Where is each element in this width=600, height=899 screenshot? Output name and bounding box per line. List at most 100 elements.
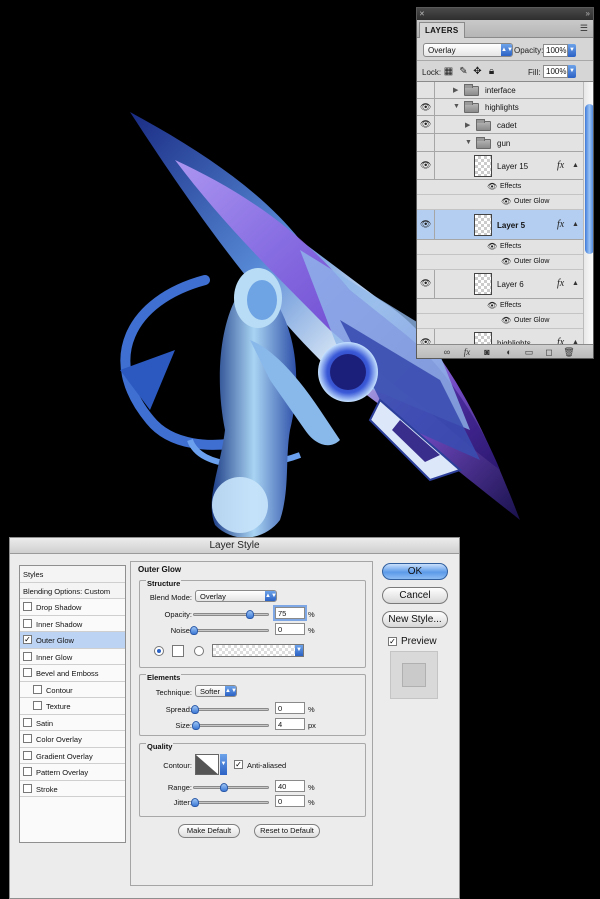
styles-header[interactable]: Styles (20, 566, 125, 583)
noise-slider[interactable] (190, 626, 269, 635)
lock-move-icon[interactable]: ✥ (472, 66, 483, 77)
panel-menu-icon[interactable]: ☰ (580, 23, 588, 34)
effects-row[interactable]: 👁︎ Effects (417, 240, 583, 255)
style-checkbox[interactable] (23, 750, 32, 760)
style-checkbox[interactable] (23, 602, 32, 611)
effects-row[interactable]: 👁︎ Effects (417, 299, 583, 314)
scrollbar-thumb[interactable] (585, 104, 593, 254)
collapse-arrow-icon[interactable]: ▲ (572, 162, 579, 169)
style-checkbox[interactable] (23, 651, 32, 661)
layer-row-layer-15[interactable]: 👁︎ Layer 15 fx ▲ (417, 152, 583, 180)
gradient-picker[interactable]: ▼ (212, 644, 304, 657)
layers-panel-titlebar[interactable]: ✕ » (417, 8, 593, 20)
eye-icon[interactable]: 👁︎ (501, 257, 511, 266)
spread-slider[interactable] (191, 705, 269, 714)
preview-checkbox[interactable]: ✓ (388, 637, 397, 646)
visibility-toggle[interactable]: 👁︎ (417, 99, 435, 115)
glow-color-swatch[interactable] (172, 645, 184, 657)
blending-options-item[interactable]: Blending Options: Custom (20, 582, 125, 599)
size-input[interactable]: 4 (275, 718, 305, 730)
fx-icon[interactable]: fx (557, 219, 564, 230)
effects-row[interactable]: 👁︎ Effects (417, 180, 583, 195)
adjustment-layer-icon[interactable]: ◐ (503, 347, 515, 358)
collapse-arrow-icon[interactable]: ▼ (465, 139, 472, 146)
layer-row-interface[interactable]: ▶ interface (417, 82, 583, 99)
visibility-toggle[interactable]: 👁︎ (417, 116, 435, 133)
style-item-pattern-overlay[interactable]: Pattern Overlay (20, 764, 125, 781)
style-checkbox[interactable] (23, 717, 32, 727)
solid-color-radio[interactable] (154, 646, 164, 656)
opacity-input[interactable]: 100% (543, 44, 568, 57)
tab-layers[interactable]: LAYERS (419, 22, 465, 38)
anti-aliased-checkbox[interactable]: ✓ (234, 760, 243, 769)
visibility-toggle[interactable]: 👁︎ (417, 270, 435, 298)
style-item-inner-shadow[interactable]: Inner Shadow (20, 616, 125, 632)
dialog-titlebar[interactable]: Layer Style (10, 538, 459, 554)
expand-arrow-icon[interactable]: ▶ (465, 121, 470, 129)
layers-scrollbar[interactable] (583, 82, 593, 344)
new-layer-icon[interactable]: ◻ (543, 347, 555, 358)
fill-input[interactable]: 100% (543, 65, 568, 78)
jitter-slider-thumb[interactable] (191, 798, 199, 807)
layer-row-cadet[interactable]: 👁︎ ▶ cadet (417, 116, 583, 134)
style-checkbox[interactable]: ✓ (23, 635, 32, 644)
collapse-icon[interactable]: » (586, 9, 590, 18)
style-item-outer-glow[interactable]: ✓ Outer Glow (20, 632, 125, 649)
style-item-stroke[interactable]: Stroke (20, 781, 125, 797)
range-slider[interactable] (193, 783, 269, 792)
spread-slider-thumb[interactable] (191, 705, 199, 714)
blend-mode-select[interactable]: Overlay ▲▼ (423, 43, 513, 57)
style-checkbox[interactable] (33, 701, 42, 710)
eye-icon[interactable]: 👁︎ (420, 278, 431, 289)
gradient-radio[interactable] (194, 646, 204, 656)
new-style-button[interactable]: New Style... (382, 611, 448, 628)
add-mask-icon[interactable]: ◙ (481, 347, 493, 358)
eye-icon[interactable]: 👁︎ (501, 197, 511, 206)
expand-arrow-icon[interactable]: ▶ (453, 86, 458, 94)
style-item-texture[interactable]: Texture (20, 698, 125, 715)
spread-input[interactable]: 0 (275, 702, 305, 714)
fx-icon[interactable]: fx (557, 278, 564, 289)
visibility-toggle[interactable] (417, 82, 435, 98)
fx-icon[interactable]: fx (557, 337, 564, 344)
style-item-drop-shadow[interactable]: Drop Shadow (20, 599, 125, 616)
eye-icon[interactable]: 👁︎ (420, 160, 431, 171)
trash-icon[interactable]: 🗑︎ (563, 347, 575, 358)
size-slider[interactable] (192, 721, 269, 730)
outer-glow-row[interactable]: 👁︎ Outer Glow (417, 314, 583, 329)
jitter-input[interactable]: 0 (275, 795, 305, 807)
eye-icon[interactable]: 👁︎ (487, 242, 497, 251)
visibility-toggle[interactable]: 👁︎ (417, 210, 435, 239)
style-item-color-overlay[interactable]: Color Overlay (20, 731, 125, 748)
outer-glow-row[interactable]: 👁︎ Outer Glow (417, 255, 583, 270)
technique-select[interactable]: Softer ▲▼ (195, 685, 237, 697)
noise-slider-thumb[interactable] (190, 626, 198, 635)
layer-row-highlights[interactable]: 👁︎ ▼ highlights (417, 99, 583, 116)
new-group-icon[interactable]: ▭ (523, 347, 535, 358)
layer-row-layer-6[interactable]: 👁︎ Layer 6 fx ▲ (417, 270, 583, 299)
opacity-slider[interactable] (193, 610, 269, 619)
opacity-chevron-icon[interactable]: ▼ (568, 44, 576, 57)
eye-icon[interactable]: 👁︎ (420, 102, 431, 113)
make-default-button[interactable]: Make Default (178, 824, 240, 838)
style-checkbox[interactable] (23, 668, 32, 677)
close-icon[interactable]: ✕ (419, 10, 425, 18)
collapse-arrow-icon[interactable]: ▲ (572, 221, 579, 228)
collapse-arrow-icon[interactable]: ▼ (453, 103, 460, 110)
fx-icon[interactable]: fx (557, 160, 564, 171)
opacity-slider-thumb[interactable] (245, 610, 254, 619)
eye-icon[interactable]: 👁︎ (487, 301, 497, 310)
blend-mode-select[interactable]: Overlay ▲▼ (195, 590, 277, 602)
size-slider-thumb[interactable] (192, 721, 200, 730)
layer-row-highlights-bottom[interactable]: 👁︎ highlights fx ▲ (417, 329, 583, 344)
link-layers-icon[interactable]: ∞ (441, 347, 453, 358)
ok-button[interactable]: OK (382, 563, 448, 580)
collapse-arrow-icon[interactable]: ▲ (572, 280, 579, 287)
contour-picker[interactable] (195, 754, 219, 775)
jitter-slider[interactable] (191, 798, 269, 807)
fill-chevron-icon[interactable]: ▼ (568, 65, 576, 78)
style-item-satin[interactable]: Satin (20, 715, 125, 731)
add-style-icon[interactable]: fx (461, 347, 473, 358)
style-item-gradient-overlay[interactable]: Gradient Overlay (20, 748, 125, 764)
layer-row-layer-5[interactable]: 👁︎ Layer 5 fx ▲ (417, 210, 583, 240)
